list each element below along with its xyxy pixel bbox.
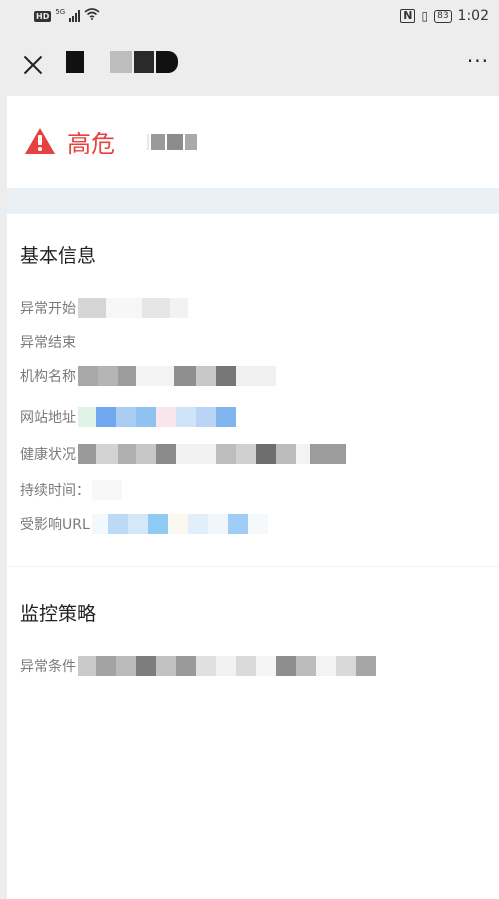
alert-header: 高危 <box>7 96 499 188</box>
nfc-icon: N <box>400 9 416 23</box>
info-row-end: 异常结束 <box>20 332 76 352</box>
redacted-value <box>92 480 122 500</box>
info-label: 健康状况 <box>20 447 76 463</box>
policy-row-condition: 异常条件 <box>20 656 376 676</box>
section-separator <box>7 566 499 567</box>
info-label: 受影响URL <box>20 517 90 533</box>
redacted-value <box>78 656 376 676</box>
info-label: 持续时间： <box>20 483 90 499</box>
basic-info-title: 基本信息 <box>20 245 97 267</box>
signal-icon <box>69 10 81 22</box>
info-row-health: 健康状况 <box>20 444 346 464</box>
redacted-value <box>78 298 188 318</box>
status-left: HD 5G <box>34 8 100 24</box>
alert-level: 高危 <box>67 130 115 158</box>
close-icon[interactable] <box>18 50 48 80</box>
wifi-icon <box>84 8 100 24</box>
page-content: 高危 基本信息 异常开始 异常结束 机构名称 网站地址 健康状况 持续时间： 受… <box>7 96 499 899</box>
info-label: 机构名称 <box>20 369 76 385</box>
more-menu-button[interactable]: ··· <box>467 51 489 71</box>
page-title-redacted <box>66 51 178 73</box>
info-row-url: 受影响URL <box>20 514 268 534</box>
vibrate-icon: ▯ <box>421 9 429 23</box>
battery-icon: 83 <box>434 9 452 23</box>
info-label: 异常开始 <box>20 301 76 317</box>
hd-icon: HD <box>34 10 52 22</box>
section-divider <box>7 188 499 214</box>
info-row-site: 网站地址 <box>20 407 236 427</box>
network-type: 5G <box>55 8 66 16</box>
redacted-value <box>78 366 276 386</box>
clock: 1:02 <box>457 8 489 24</box>
info-label: 异常结束 <box>20 335 76 351</box>
alert-name-redacted <box>147 134 203 150</box>
title-bar: ··· <box>0 34 499 96</box>
info-row-duration: 持续时间： <box>20 480 122 500</box>
info-row-start: 异常开始 <box>20 298 188 318</box>
redacted-value <box>91 514 268 534</box>
redacted-value <box>78 407 236 427</box>
info-label: 网站地址 <box>20 410 76 426</box>
warning-triangle-icon <box>25 128 55 154</box>
redacted-value <box>78 444 346 464</box>
status-right: N ▯ 83 1:02 <box>400 8 489 24</box>
info-label: 异常条件 <box>20 659 76 675</box>
monitor-policy-title: 监控策略 <box>20 603 97 625</box>
info-row-org: 机构名称 <box>20 366 276 386</box>
status-bar: HD 5G N ▯ 83 1:02 <box>0 0 499 34</box>
